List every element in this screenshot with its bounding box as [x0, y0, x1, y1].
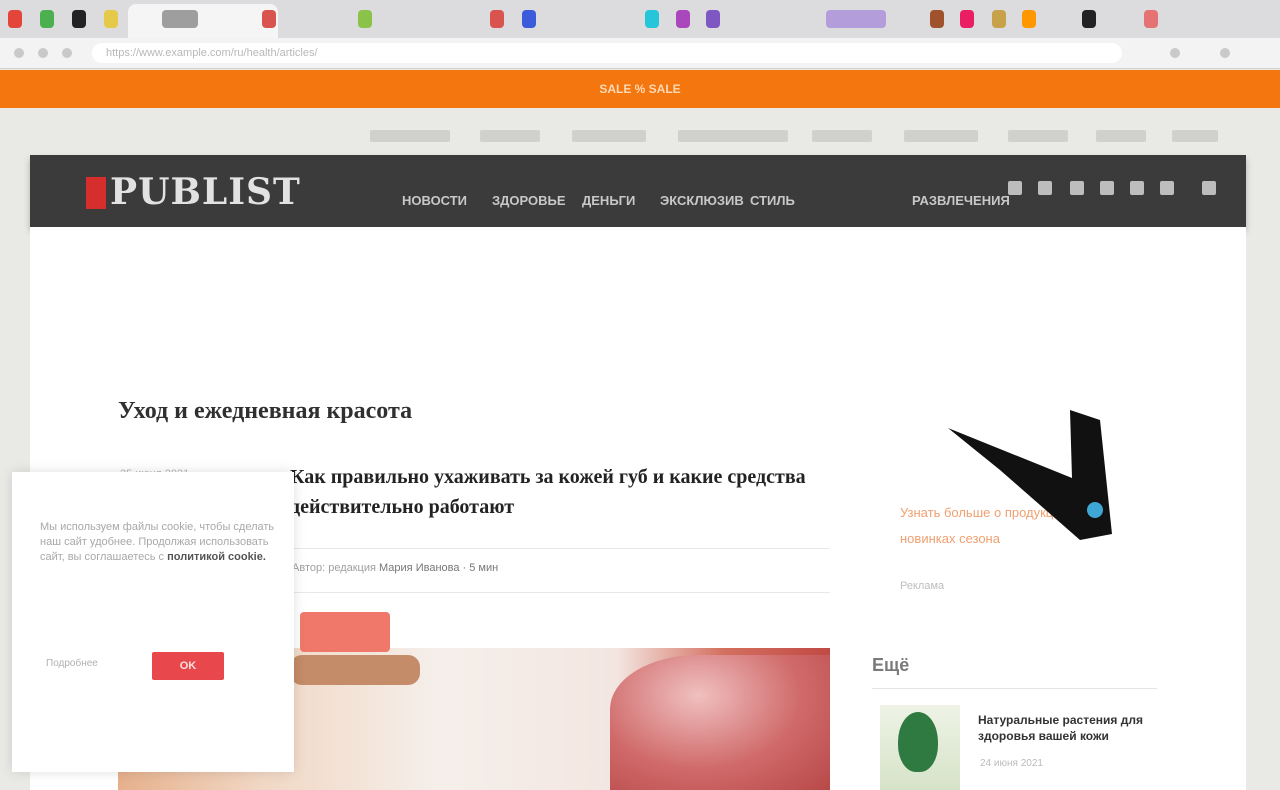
divider	[290, 592, 830, 593]
tab-favicon[interactable]	[826, 10, 886, 28]
tab-favicon[interactable]	[1082, 10, 1096, 28]
tab-favicon[interactable]	[992, 10, 1006, 28]
sidebar-heading: Ещё	[872, 655, 910, 675]
sidebar-divider	[872, 688, 1157, 689]
tab-favicon[interactable]	[676, 10, 690, 28]
byline-author[interactable]: Мария Иванова · 5 мин	[379, 562, 498, 574]
rss-icon[interactable]	[1130, 181, 1144, 195]
article-headline[interactable]: Как правильно ухаживать за кожей губ и к…	[290, 462, 810, 522]
tab-favicon[interactable]	[262, 10, 276, 28]
promo-banner[interactable]: SALE % SALE	[0, 70, 1280, 108]
tab-favicon[interactable]	[960, 10, 974, 28]
top-link[interactable]	[480, 130, 540, 142]
user-icon[interactable]	[1160, 181, 1174, 195]
tab-favicon[interactable]	[72, 10, 86, 28]
menu-icon[interactable]	[1220, 48, 1230, 58]
nav-item[interactable]: СТИЛЬ	[750, 193, 795, 208]
sidebar-item-date: 24 июня 2021	[980, 758, 1043, 769]
tab-favicon[interactable]	[40, 10, 54, 28]
top-link[interactable]	[1008, 130, 1068, 142]
nav-item[interactable]: РАЗВЛЕЧЕНИЯ	[912, 193, 1010, 208]
site-header: PUBLIST НОВОСТИ ЗДОРОВЬЕ ДЕНЬГИ ЭКСКЛЮЗИ…	[30, 155, 1246, 227]
logo-mark	[86, 177, 106, 209]
top-link[interactable]	[812, 130, 872, 142]
facebook-icon[interactable]	[1008, 181, 1022, 195]
back-icon[interactable]	[14, 48, 24, 58]
cookie-popup: Мы используем файлы cookie, чтобы сделат…	[12, 472, 294, 772]
forward-icon[interactable]	[38, 48, 48, 58]
active-tab[interactable]	[128, 4, 278, 38]
tab-favicon[interactable]	[522, 10, 536, 28]
cookie-policy-link[interactable]: политикой cookie.	[167, 551, 266, 563]
top-link[interactable]	[1096, 130, 1146, 142]
url-input[interactable]: https://www.example.com/ru/health/articl…	[92, 43, 1122, 63]
tab-favicon[interactable]	[8, 10, 22, 28]
sidebar-item-title[interactable]: Натуральные растения для здоровья вашей …	[978, 712, 1158, 744]
extension-icon[interactable]	[1170, 48, 1180, 58]
tab-favicon[interactable]	[1022, 10, 1036, 28]
top-link[interactable]	[904, 130, 978, 142]
sidebar-promo-link[interactable]: Узнать больше о продукции и новинках сез…	[900, 500, 1100, 552]
tab-favicon[interactable]	[645, 10, 659, 28]
tab-favicon[interactable]	[104, 10, 118, 28]
nav-item[interactable]: ЭКСКЛЮЗИВ	[660, 193, 744, 208]
cookie-text: Мы используем файлы cookie, чтобы сделат…	[40, 520, 276, 565]
nav-item[interactable]: ДЕНЬГИ	[582, 193, 635, 208]
address-bar: https://www.example.com/ru/health/articl…	[0, 38, 1280, 69]
article-byline: Автор: редакция Мария Иванова · 5 мин	[292, 562, 498, 574]
top-link[interactable]	[678, 130, 788, 142]
tab-favicon[interactable]	[162, 10, 198, 28]
search-icon[interactable]	[1202, 181, 1216, 195]
tab-favicon[interactable]	[490, 10, 504, 28]
browser-tab-bar	[0, 0, 1280, 38]
top-link[interactable]	[572, 130, 646, 142]
tab-favicon[interactable]	[706, 10, 720, 28]
plant-icon	[898, 712, 938, 772]
hero-hand-shape	[290, 655, 420, 685]
cookie-more-link[interactable]: Подробнее	[46, 658, 98, 669]
tab-favicon[interactable]	[1144, 10, 1158, 28]
top-link[interactable]	[370, 130, 450, 142]
divider	[290, 548, 830, 549]
tab-favicon[interactable]	[930, 10, 944, 28]
cookie-accept-button[interactable]: OK	[152, 652, 224, 680]
instagram-icon[interactable]	[1070, 181, 1084, 195]
twitter-icon[interactable]	[1038, 181, 1052, 195]
sidebar-promo-label: Реклама	[900, 580, 945, 592]
hero-product-shape	[300, 612, 390, 652]
byline-prefix: Автор: редакция	[292, 562, 376, 574]
top-links	[360, 130, 1240, 146]
section-title: Уход и ежедневная красота	[118, 398, 413, 424]
youtube-icon[interactable]	[1100, 181, 1114, 195]
promo-banner-text: SALE % SALE	[599, 82, 681, 96]
site-logo[interactable]: PUBLIST	[110, 171, 301, 213]
url-text: https://www.example.com/ru/health/articl…	[106, 47, 318, 59]
top-link[interactable]	[1172, 130, 1218, 142]
reload-icon[interactable]	[62, 48, 72, 58]
nav-item[interactable]: НОВОСТИ	[402, 193, 467, 208]
nav-item[interactable]: ЗДОРОВЬЕ	[492, 193, 566, 208]
tab-favicon[interactable]	[358, 10, 372, 28]
hero-lips-shape	[610, 655, 830, 790]
